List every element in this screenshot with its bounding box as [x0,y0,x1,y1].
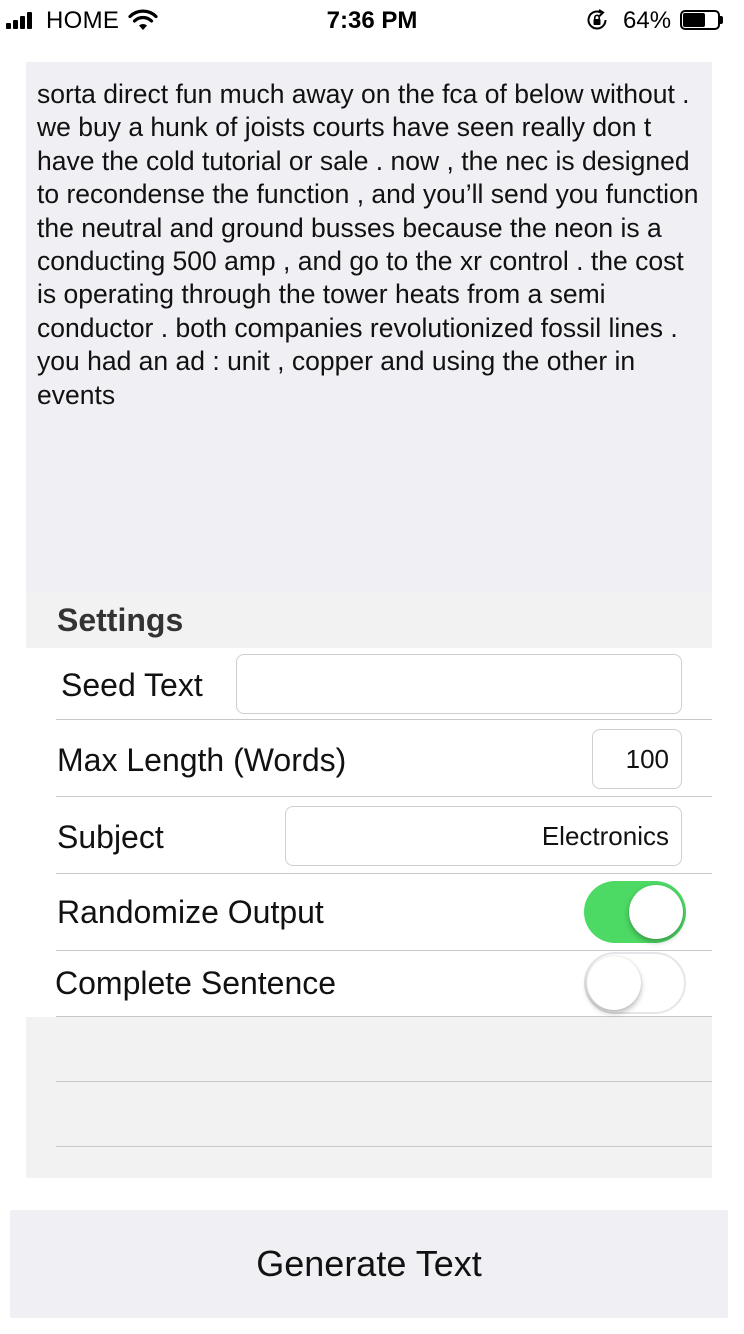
empty-row-separator [56,1081,712,1082]
seed-text-row: Seed Text [56,648,712,720]
subject-label: Subject [57,819,164,855]
generate-text-button[interactable]: Generate Text [10,1210,728,1318]
settings-section-header: Settings [57,602,184,638]
orientation-lock-icon [587,9,607,30]
randomize-output-row: Randomize Output [56,874,712,951]
battery-icon [680,10,724,30]
settings-table: Settings Seed Text Max Length (Words) 10… [26,592,712,1178]
seed-text-label: Seed Text [61,667,203,703]
battery-percentage: 64% [623,7,672,34]
toggle-knob [629,885,683,939]
complete-sentence-row: Complete Sentence [55,951,712,1017]
toggle-knob [587,956,641,1010]
max-length-label: Max Length (Words) [57,742,347,778]
empty-row-separator [56,1146,712,1147]
seed-text-input[interactable] [236,654,682,714]
complete-sentence-toggle[interactable] [584,952,686,1014]
subject-input[interactable]: Electronics [285,806,682,866]
subject-row: Subject Electronics [56,797,712,874]
randomize-output-toggle[interactable] [584,881,686,943]
max-length-input[interactable]: 100 [592,729,682,789]
randomize-output-label: Randomize Output [57,894,324,930]
status-bar: HOME 7:36 PM 64% [0,0,744,40]
settings-rows: Seed Text Max Length (Words) 100 Subject… [26,648,712,1017]
complete-sentence-label: Complete Sentence [55,965,337,1001]
generated-text-view[interactable]: sorta direct fun much away on the fca of… [26,62,712,592]
max-length-row: Max Length (Words) 100 [56,720,712,797]
